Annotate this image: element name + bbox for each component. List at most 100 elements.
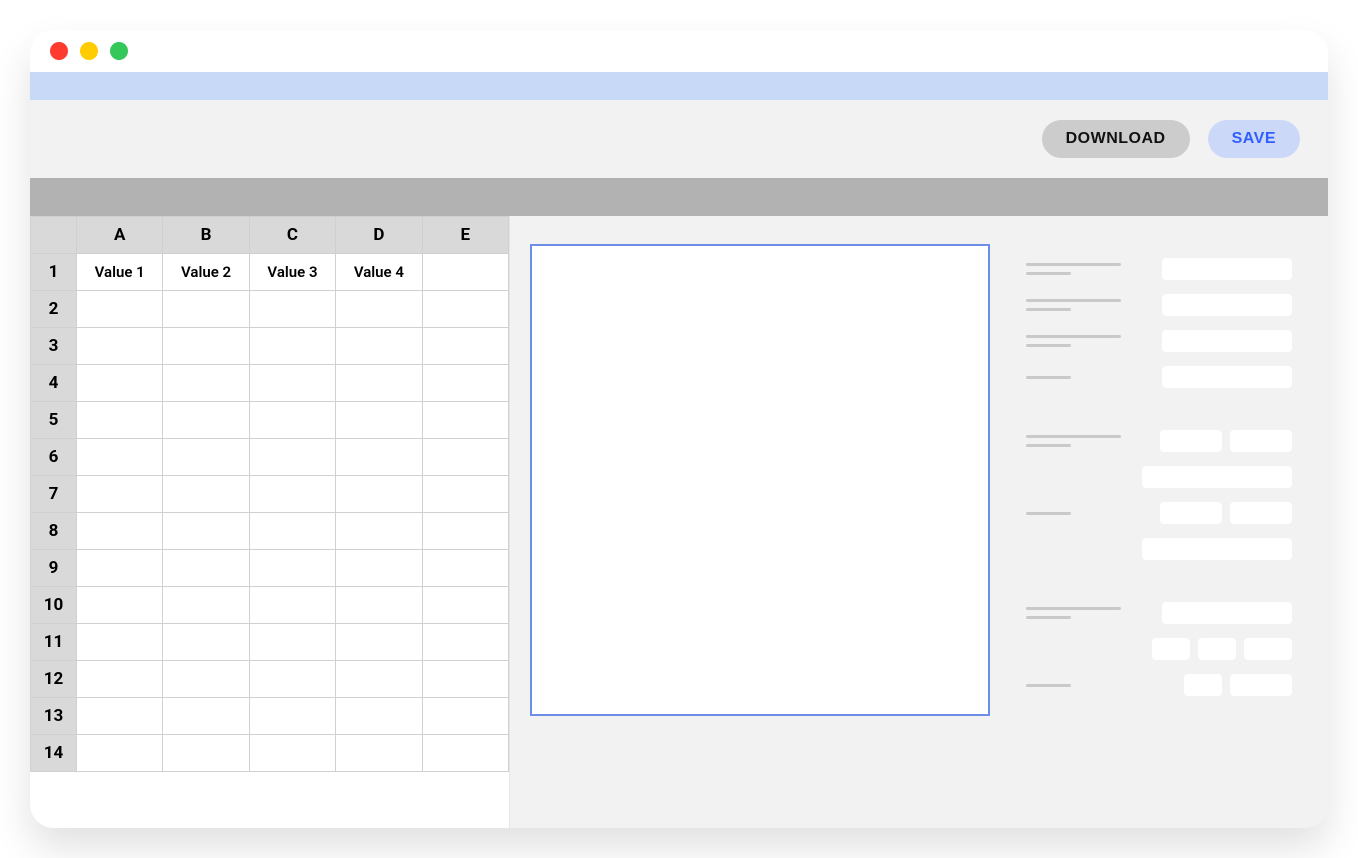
column-header[interactable]: C — [249, 217, 335, 254]
property-input[interactable] — [1230, 502, 1292, 524]
cell[interactable] — [163, 291, 249, 328]
cell[interactable] — [249, 550, 335, 587]
property-input[interactable] — [1162, 330, 1292, 352]
cell[interactable] — [249, 476, 335, 513]
cell[interactable] — [163, 402, 249, 439]
column-header[interactable]: D — [336, 217, 422, 254]
cell[interactable] — [163, 513, 249, 550]
cell[interactable] — [336, 291, 422, 328]
cell[interactable] — [249, 587, 335, 624]
cell[interactable] — [249, 735, 335, 772]
cell[interactable] — [336, 439, 422, 476]
property-input[interactable] — [1184, 674, 1222, 696]
cell[interactable] — [77, 661, 163, 698]
cell[interactable] — [422, 698, 508, 735]
row-header[interactable]: 2 — [31, 291, 77, 328]
save-button[interactable]: SAVE — [1208, 120, 1300, 158]
cell[interactable] — [422, 661, 508, 698]
cell[interactable] — [336, 365, 422, 402]
cell[interactable] — [249, 402, 335, 439]
property-input[interactable] — [1142, 538, 1292, 560]
cell[interactable] — [249, 328, 335, 365]
property-input[interactable] — [1160, 502, 1222, 524]
property-input[interactable] — [1152, 638, 1190, 660]
cell[interactable] — [336, 698, 422, 735]
cell[interactable] — [77, 624, 163, 661]
download-button[interactable]: DOWNLOAD — [1042, 120, 1190, 158]
cell[interactable] — [336, 661, 422, 698]
cell[interactable] — [336, 624, 422, 661]
select-all-cell[interactable] — [31, 217, 77, 254]
cell[interactable]: Value 4 — [336, 254, 422, 291]
cell[interactable] — [163, 365, 249, 402]
row-header[interactable]: 12 — [31, 661, 77, 698]
column-header[interactable]: E — [422, 217, 508, 254]
cell[interactable] — [163, 550, 249, 587]
cell[interactable] — [422, 587, 508, 624]
column-header[interactable]: A — [77, 217, 163, 254]
cell[interactable] — [77, 291, 163, 328]
cell[interactable] — [77, 365, 163, 402]
cell[interactable] — [336, 513, 422, 550]
cell[interactable] — [422, 513, 508, 550]
row-header[interactable]: 9 — [31, 550, 77, 587]
cell[interactable] — [163, 439, 249, 476]
cell[interactable] — [422, 365, 508, 402]
cell[interactable] — [77, 698, 163, 735]
cell[interactable] — [249, 291, 335, 328]
minimize-icon[interactable] — [80, 42, 98, 60]
cell[interactable] — [249, 624, 335, 661]
cell[interactable]: Value 3 — [249, 254, 335, 291]
cell[interactable] — [77, 513, 163, 550]
cell[interactable] — [249, 439, 335, 476]
cell[interactable] — [163, 624, 249, 661]
cell[interactable] — [422, 402, 508, 439]
cell[interactable] — [336, 328, 422, 365]
property-input[interactable] — [1244, 638, 1292, 660]
property-input[interactable] — [1162, 258, 1292, 280]
property-input[interactable] — [1162, 602, 1292, 624]
cell[interactable] — [336, 587, 422, 624]
cell[interactable] — [422, 328, 508, 365]
property-input[interactable] — [1160, 430, 1222, 452]
cell[interactable] — [77, 550, 163, 587]
row-header[interactable]: 6 — [31, 439, 77, 476]
cell[interactable] — [422, 624, 508, 661]
cell[interactable] — [422, 291, 508, 328]
cell[interactable] — [249, 661, 335, 698]
cell[interactable] — [163, 476, 249, 513]
cell[interactable] — [77, 735, 163, 772]
row-header[interactable]: 3 — [31, 328, 77, 365]
row-header[interactable]: 14 — [31, 735, 77, 772]
close-icon[interactable] — [50, 42, 68, 60]
row-header[interactable]: 8 — [31, 513, 77, 550]
cell[interactable] — [163, 328, 249, 365]
property-input[interactable] — [1230, 674, 1292, 696]
cell[interactable] — [77, 476, 163, 513]
page-canvas[interactable] — [530, 244, 990, 716]
row-header[interactable]: 7 — [31, 476, 77, 513]
cell[interactable] — [422, 476, 508, 513]
row-header[interactable]: 11 — [31, 624, 77, 661]
cell[interactable] — [163, 698, 249, 735]
cell[interactable] — [249, 513, 335, 550]
cell[interactable] — [422, 439, 508, 476]
maximize-icon[interactable] — [110, 42, 128, 60]
row-header[interactable]: 10 — [31, 587, 77, 624]
cell[interactable] — [336, 735, 422, 772]
cell[interactable] — [422, 735, 508, 772]
cell[interactable]: Value 1 — [77, 254, 163, 291]
cell[interactable] — [422, 254, 508, 291]
cell[interactable] — [163, 661, 249, 698]
cell[interactable] — [77, 439, 163, 476]
property-input[interactable] — [1230, 430, 1292, 452]
cell[interactable] — [77, 402, 163, 439]
row-header[interactable]: 13 — [31, 698, 77, 735]
property-input[interactable] — [1162, 366, 1292, 388]
column-header[interactable]: B — [163, 217, 249, 254]
cell[interactable] — [336, 550, 422, 587]
cell[interactable] — [77, 587, 163, 624]
cell[interactable] — [163, 587, 249, 624]
cell[interactable] — [249, 365, 335, 402]
property-input[interactable] — [1142, 466, 1292, 488]
